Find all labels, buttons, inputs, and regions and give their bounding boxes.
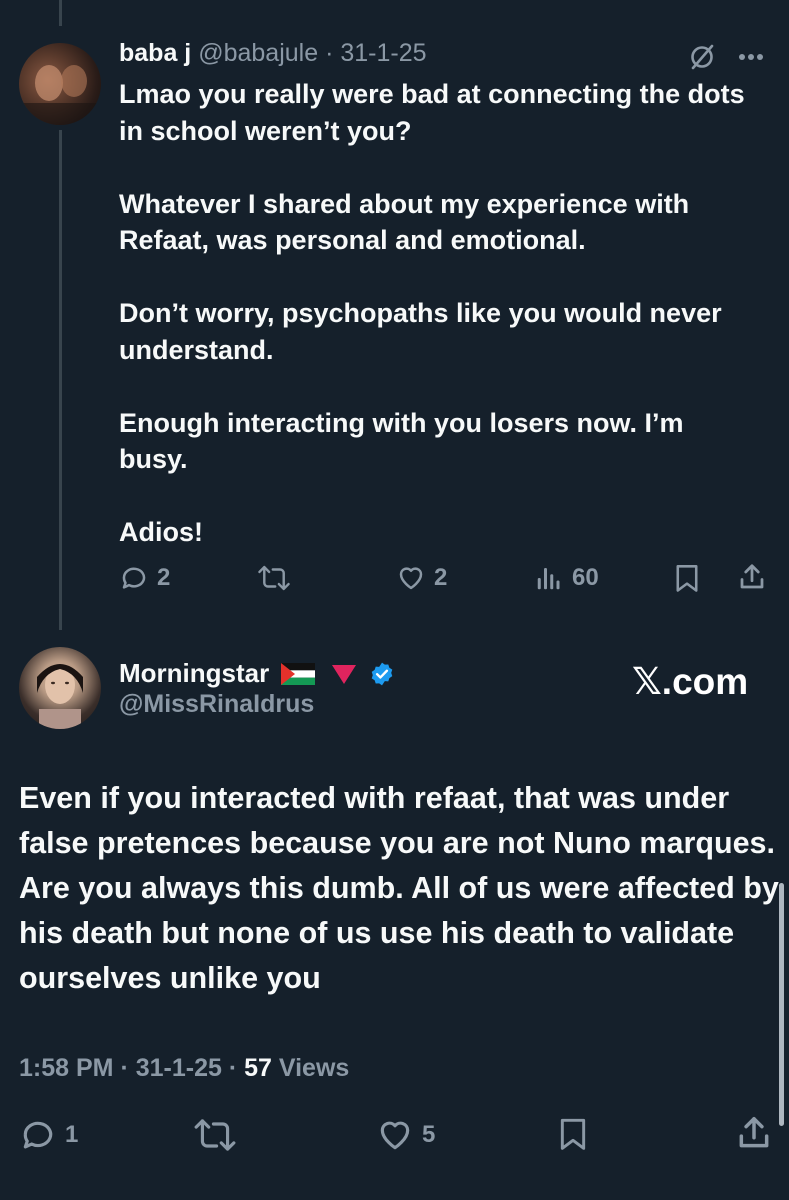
views-label: Views (278, 1054, 350, 1082)
thread-line-connector (59, 130, 62, 630)
post-text: Lmao you really were bad at connecting t… (119, 79, 745, 547)
bookmark-icon[interactable] (673, 564, 701, 594)
palestine-flag-icon (281, 662, 316, 685)
avatar[interactable] (19, 43, 101, 125)
like-action[interactable]: 2 (396, 563, 447, 593)
post-date[interactable]: 31-1-25 (136, 1054, 222, 1082)
separator-dot: · (120, 1054, 129, 1082)
grok-icon[interactable] (688, 43, 716, 71)
retweet-action[interactable] (193, 1116, 237, 1154)
views-action[interactable]: 60 (534, 563, 599, 593)
bookmark-icon[interactable] (557, 1116, 589, 1154)
like-icon[interactable] (396, 563, 426, 593)
display-name[interactable]: Morningstar (119, 658, 269, 689)
share-icon[interactable] (735, 1114, 773, 1152)
handle[interactable]: @babajule (198, 39, 318, 67)
more-icon[interactable] (738, 53, 764, 61)
reply-action[interactable]: 1 (19, 1116, 78, 1154)
reply-count: 2 (157, 564, 171, 591)
scrollbar[interactable] (779, 883, 784, 1126)
display-name[interactable]: baba j (119, 39, 191, 67)
retweet-icon[interactable] (193, 1116, 237, 1154)
separator-dot: · (228, 1054, 238, 1082)
separator-dot: · (325, 39, 334, 67)
views-icon[interactable] (534, 563, 564, 593)
reply-icon[interactable] (19, 1116, 57, 1154)
handle[interactable]: @MissRinaIdrus (119, 690, 314, 719)
like-count: 2 (434, 564, 448, 591)
views-count: 57 (244, 1054, 272, 1082)
like-icon[interactable] (376, 1116, 414, 1154)
like-count: 5 (422, 1121, 436, 1148)
reply-count: 1 (65, 1121, 79, 1148)
reply-icon[interactable] (119, 563, 149, 593)
reply-action[interactable]: 2 (119, 563, 170, 593)
share-icon[interactable] (737, 562, 767, 592)
like-action[interactable]: 5 (376, 1116, 435, 1154)
x-watermark: 𝕏.com (632, 661, 749, 702)
retweet-action[interactable] (257, 563, 291, 593)
views-count: 60 (572, 564, 599, 591)
retweet-icon[interactable] (257, 563, 291, 593)
avatar[interactable] (19, 647, 101, 729)
post-text: Even if you interacted with refaat, that… (19, 781, 779, 995)
thread-line-top (59, 0, 62, 26)
post-date[interactable]: 31-1-25 (340, 39, 426, 67)
verified-badge-icon[interactable] (369, 661, 395, 687)
post-time[interactable]: 1:58 PM (19, 1054, 113, 1082)
red-triangle-icon (331, 663, 357, 685)
